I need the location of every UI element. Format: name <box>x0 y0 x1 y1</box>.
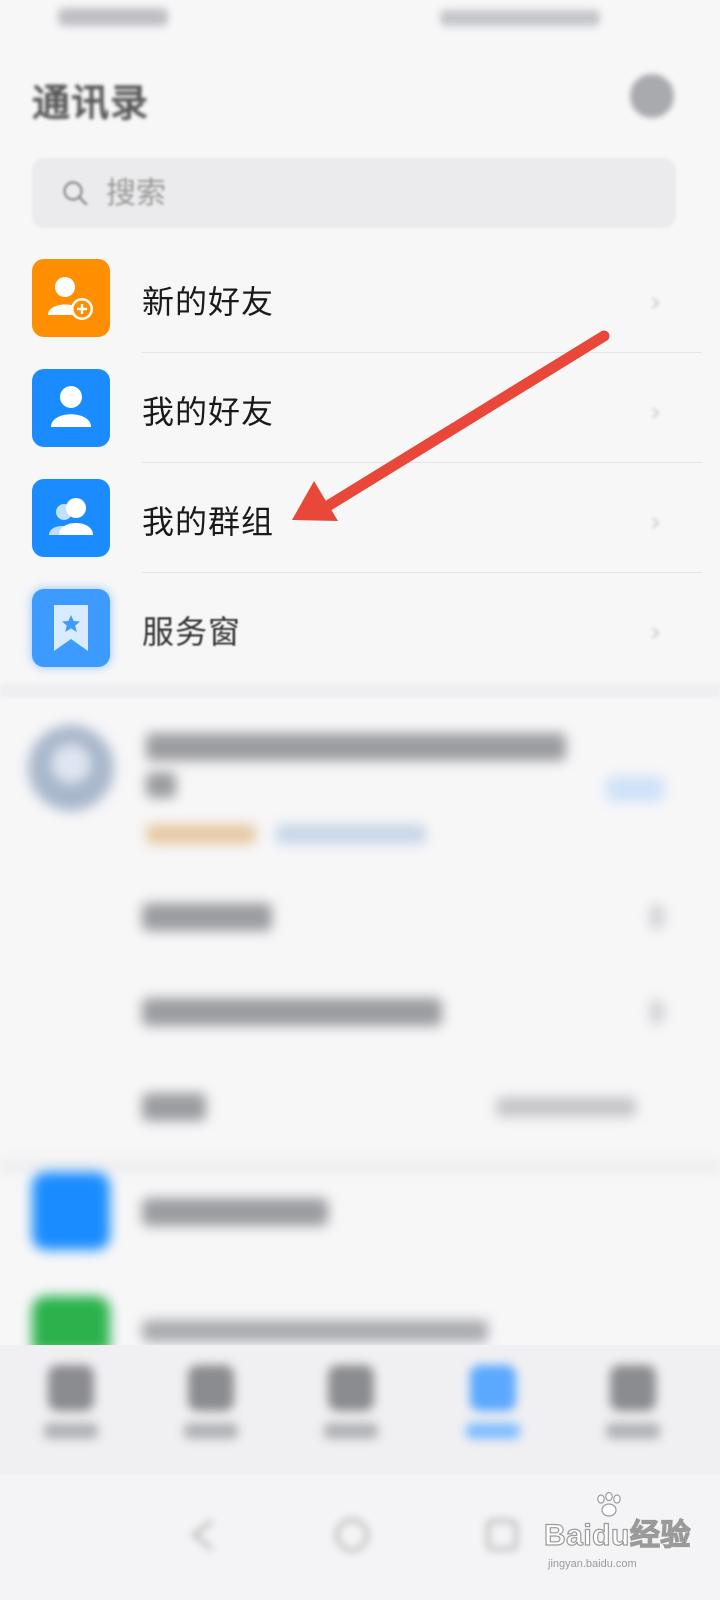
search-bar[interactable] <box>32 158 676 228</box>
org-tag-blue <box>276 824 426 844</box>
bookmark-star-icon <box>32 589 110 667</box>
tab-workspace[interactable] <box>150 1365 270 1465</box>
menu-item-label: 服务窗 <box>142 613 242 651</box>
status-badge <box>606 776 664 802</box>
tab-label <box>324 1423 378 1439</box>
menu-item-service-window[interactable]: 服务窗 › <box>0 589 720 699</box>
chevron-right-icon: › <box>650 505 662 538</box>
tab-label <box>44 1423 98 1439</box>
organization-name <box>146 733 566 761</box>
recent-apps-icon[interactable] <box>482 1515 522 1555</box>
briefcase-icon <box>188 1365 234 1411</box>
menu-item-label: 我的群组 <box>142 503 275 541</box>
team-icon <box>32 1172 110 1250</box>
org-tag-orange <box>146 824 256 844</box>
org-section-item[interactable] <box>142 1093 206 1121</box>
org-section-meta <box>496 1097 636 1117</box>
contacts-icon <box>470 1365 516 1411</box>
list-item-label[interactable] <box>142 1320 488 1342</box>
tab-messages[interactable] <box>10 1365 130 1465</box>
chevron-right-icon: › <box>650 395 662 428</box>
organization-name-line2 <box>146 772 176 798</box>
tab-label <box>466 1423 520 1439</box>
person-add-icon <box>32 259 110 337</box>
tab-apps[interactable] <box>290 1365 410 1465</box>
chevron-right-icon: › <box>650 615 662 648</box>
divider <box>142 572 702 573</box>
tab-me[interactable] <box>572 1365 692 1465</box>
chevron-right-icon: › <box>650 285 662 318</box>
home-icon[interactable] <box>332 1515 372 1555</box>
org-structure-item[interactable] <box>142 903 272 931</box>
status-bar-left <box>58 8 168 26</box>
organization-logo <box>28 725 114 811</box>
tab-contacts[interactable] <box>432 1365 552 1465</box>
tab-label <box>606 1423 660 1439</box>
settings-icon[interactable] <box>630 74 674 118</box>
section-divider <box>0 1160 720 1172</box>
section-divider <box>0 684 720 698</box>
menu-item-label: 新的好友 <box>142 283 275 321</box>
back-icon[interactable] <box>184 1515 224 1555</box>
search-input[interactable] <box>106 174 646 212</box>
message-icon <box>48 1365 94 1411</box>
page-title: 通讯录 <box>32 81 150 125</box>
bottom-tab-bar <box>0 1345 720 1475</box>
status-bar-right <box>440 10 600 26</box>
baidu-jingyan-watermark: Baidu经验 jingyan.baidu.com <box>543 1492 714 1584</box>
status-bar <box>0 0 720 48</box>
tab-label <box>184 1423 238 1439</box>
watermark-brand: Baidu经验 <box>543 1518 691 1552</box>
chevron-right-icon <box>650 1000 664 1024</box>
green-app-icon <box>32 1296 110 1352</box>
grid-icon <box>328 1365 374 1411</box>
watermark-url: jingyan.baidu.com <box>548 1558 637 1570</box>
divider <box>142 462 702 463</box>
group-icon <box>32 479 110 557</box>
divider <box>142 352 702 353</box>
org-department-item[interactable] <box>142 998 442 1026</box>
person-icon <box>610 1365 656 1411</box>
chevron-right-icon <box>650 905 664 929</box>
menu-item-label: 我的好友 <box>142 393 275 431</box>
person-icon <box>32 369 110 447</box>
team-item-label[interactable] <box>142 1198 328 1226</box>
search-icon <box>63 181 88 206</box>
